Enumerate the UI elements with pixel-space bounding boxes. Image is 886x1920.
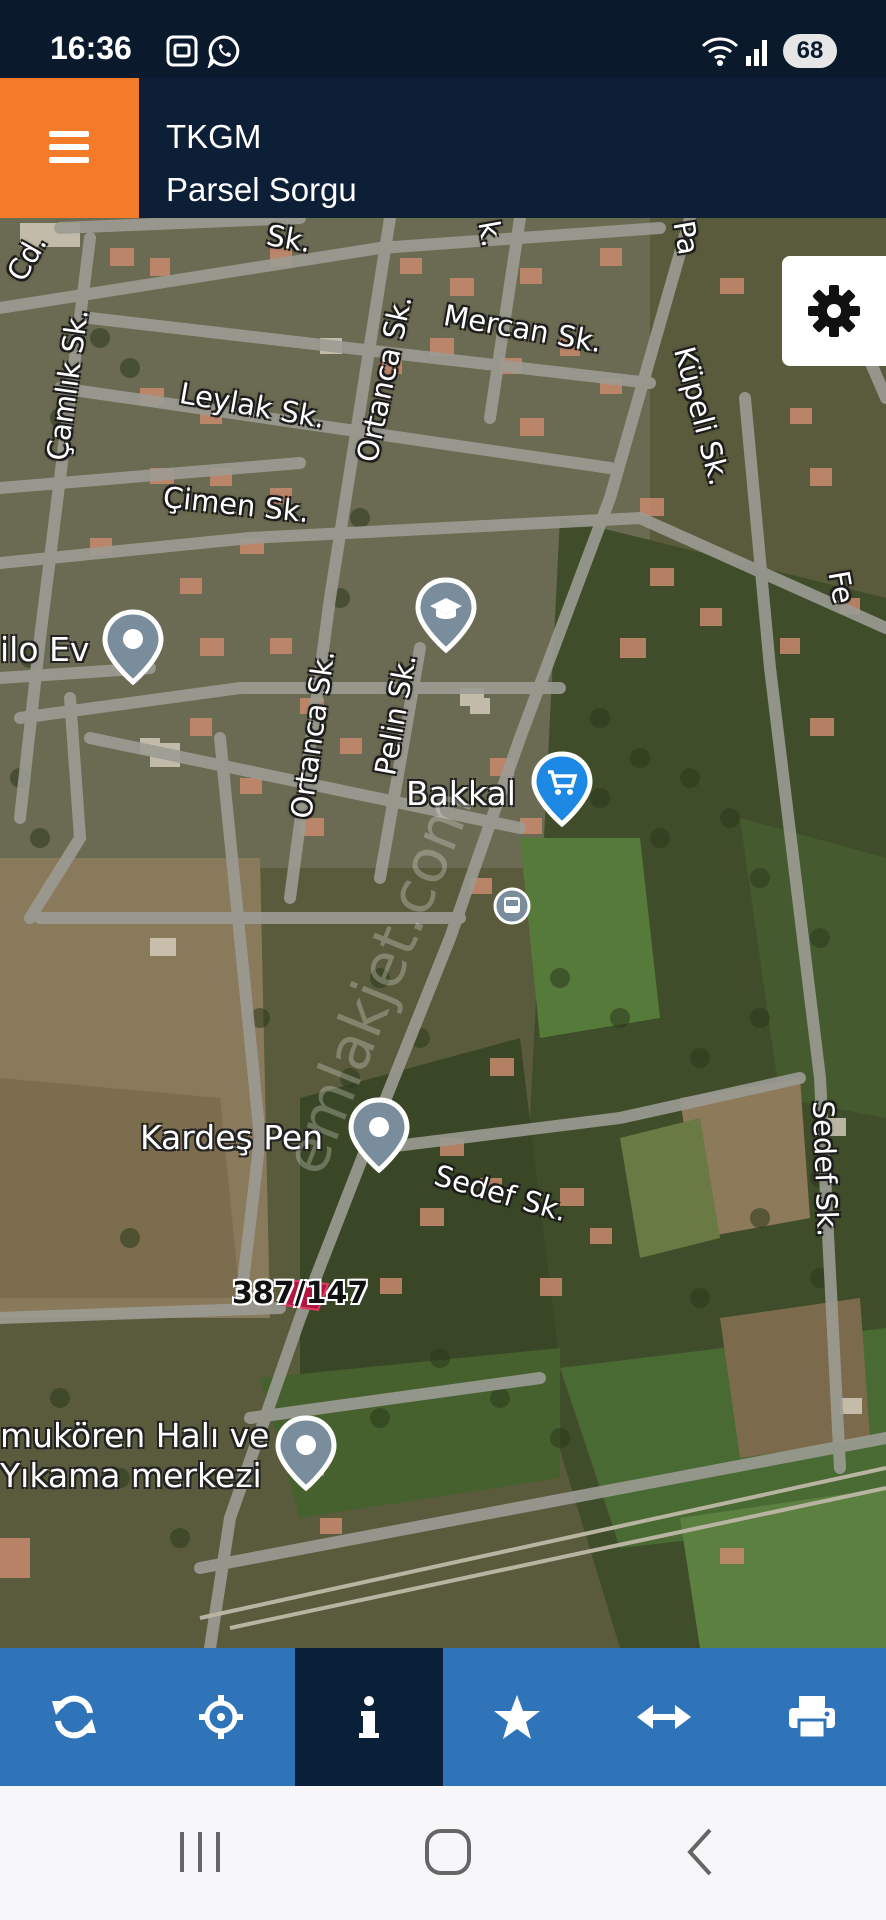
bus-stop-pin[interactable] [492,886,532,926]
poi-label-hali-line1: mukören Halı ve [0,1416,270,1455]
back-button[interactable] [676,1816,756,1886]
poi-pin-hali[interactable] [274,1414,338,1494]
wifi-icon [701,37,739,66]
info-icon [359,1696,380,1738]
refresh-button[interactable] [0,1648,148,1786]
poi-label-silo-ev: ilo Ev [0,630,90,669]
app-title: TKGM [166,118,262,155]
street-label-sedef-vertical: Sedef Sk. [806,1100,845,1238]
home-button[interactable] [418,1816,498,1886]
locate-button[interactable] [148,1648,296,1786]
status-left-icons [165,34,275,68]
back-icon [687,1828,712,1876]
bottom-toolbar [0,1648,886,1786]
battery-badge: 68 [783,34,837,68]
system-nav-bar [0,1786,886,1920]
poi-pin-silo-ev[interactable] [101,608,165,688]
recent-apps-icon [180,1832,220,1872]
measure-arrows-icon [637,1705,692,1729]
info-button[interactable] [295,1648,443,1786]
status-right-icons [700,34,770,68]
menu-button[interactable] [0,78,139,218]
street-label-fe-fragment: Fe [821,568,861,607]
hamburger-menu-icon [49,131,89,163]
settings-button[interactable] [782,256,886,366]
recent-apps-button[interactable] [170,1816,250,1886]
app-header: TKGM Parsel Sorgu [0,78,886,218]
poi-pin-bakkal[interactable] [530,750,594,830]
status-time: 16:36 [50,30,132,66]
status-bar: 16:36 68 [0,0,886,78]
screenshot-icon [166,35,198,67]
print-button[interactable] [738,1648,886,1786]
app-subtitle: Parsel Sorgu [166,171,357,208]
measure-button[interactable] [591,1648,739,1786]
printer-icon [789,1696,836,1740]
school-pin[interactable] [414,576,478,656]
parcel-label: 387/147 [232,1276,369,1311]
whatsapp-icon [207,35,240,68]
signal-icon [746,40,767,66]
home-icon [425,1829,471,1875]
star-icon [493,1695,540,1739]
gear-icon [808,285,860,337]
locate-crosshair-icon [199,1695,244,1739]
favorites-button[interactable] [443,1648,591,1786]
poi-label-hali-line2: Yıkama merkezi [0,1456,262,1495]
street-label-pa-fragment: Pa [666,218,706,258]
satellite-map[interactable]: Çamlık Sk. Ortanca Sk. Mercan Sk. Leylak… [0,218,886,1648]
refresh-icon [51,1695,96,1739]
